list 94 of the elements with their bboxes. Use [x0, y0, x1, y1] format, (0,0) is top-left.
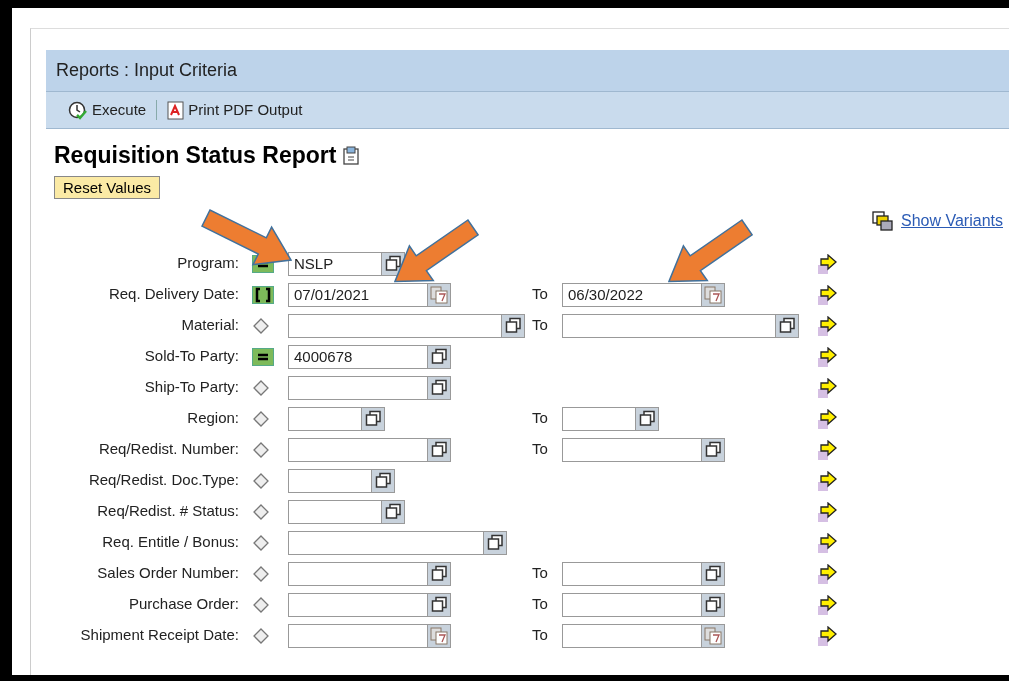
- to-label: To: [531, 626, 548, 644]
- multiple-selection-arrow-icon[interactable]: [818, 346, 838, 368]
- value-help-button[interactable]: [775, 313, 799, 338]
- reset-values-button[interactable]: Reset Values: [54, 175, 161, 199]
- field-label: Ship-To Party:: [143, 377, 239, 398]
- range-operator-icon[interactable]: [252, 285, 274, 304]
- multiple-selection-arrow-icon[interactable]: [818, 470, 838, 492]
- pdf-icon: [167, 100, 185, 120]
- variants-icon[interactable]: [872, 211, 893, 231]
- diamond-icon[interactable]: [252, 316, 270, 335]
- field-label: Req. Delivery Date:: [107, 284, 239, 305]
- input-field[interactable]: [562, 313, 775, 338]
- multiple-selection-arrow-icon[interactable]: [818, 501, 838, 523]
- field-label: Req/Redist. Number:: [97, 439, 239, 460]
- multiple-selection-arrow-icon[interactable]: [818, 253, 838, 275]
- input-field[interactable]: [288, 437, 427, 462]
- field-label: Sales Order Number:: [96, 563, 239, 584]
- calendar-button[interactable]: [427, 282, 451, 307]
- multiple-selection-arrow-icon[interactable]: [818, 594, 838, 616]
- to-label: To: [531, 440, 548, 458]
- input-field[interactable]: [562, 437, 701, 462]
- show-variants-link[interactable]: Show Variants: [901, 209, 1003, 233]
- value-help-button[interactable]: [701, 592, 725, 617]
- diamond-icon[interactable]: [252, 440, 270, 459]
- field-label: Region:: [186, 408, 239, 429]
- field-label: Purchase Order:: [127, 594, 239, 615]
- multiple-selection-arrow-icon[interactable]: [818, 284, 838, 306]
- diamond-icon[interactable]: [252, 626, 270, 645]
- field-label: Shipment Receipt Date:: [79, 625, 239, 646]
- input-field[interactable]: [562, 406, 635, 431]
- to-label: To: [531, 564, 548, 582]
- value-help-button[interactable]: [501, 313, 525, 338]
- value-help-button[interactable]: [701, 561, 725, 586]
- diamond-icon[interactable]: [252, 409, 270, 428]
- input-field[interactable]: 4000678: [288, 344, 427, 369]
- multiple-selection-arrow-icon[interactable]: [818, 439, 838, 461]
- diamond-icon[interactable]: [252, 595, 270, 614]
- input-field[interactable]: [288, 561, 427, 586]
- to-label: To: [531, 285, 548, 303]
- equals-operator-icon[interactable]: [252, 347, 274, 366]
- input-field[interactable]: [288, 530, 483, 555]
- input-field[interactable]: [288, 623, 427, 648]
- clipboard-icon[interactable]: [342, 145, 361, 165]
- to-label: To: [531, 409, 548, 427]
- value-help-button[interactable]: [361, 406, 385, 431]
- value-help-button[interactable]: [701, 437, 725, 462]
- value-help-button[interactable]: [427, 561, 451, 586]
- diamond-icon[interactable]: [252, 378, 270, 397]
- multiple-selection-arrow-icon[interactable]: [818, 408, 838, 430]
- multiple-selection-arrow-icon[interactable]: [818, 532, 838, 554]
- diamond-icon[interactable]: [252, 471, 270, 490]
- report-title: Requisition Status Report: [54, 141, 337, 170]
- input-field[interactable]: 07/01/2021: [288, 282, 427, 307]
- calendar-button[interactable]: [427, 623, 451, 648]
- input-field[interactable]: [288, 468, 371, 493]
- field-label: Req/Redist. Doc.Type:: [87, 470, 239, 491]
- page-title: Reports : Input Criteria: [56, 59, 238, 82]
- to-label: To: [531, 595, 548, 613]
- multiple-selection-arrow-icon[interactable]: [818, 625, 838, 647]
- diamond-icon[interactable]: [252, 502, 270, 521]
- input-field[interactable]: [288, 313, 501, 338]
- input-field[interactable]: [288, 406, 361, 431]
- diamond-icon[interactable]: [252, 533, 270, 552]
- value-help-button[interactable]: [427, 592, 451, 617]
- to-label: To: [531, 316, 548, 334]
- input-field[interactable]: [288, 592, 427, 617]
- multiple-selection-arrow-icon[interactable]: [818, 377, 838, 399]
- input-field[interactable]: [562, 623, 701, 648]
- value-help-button[interactable]: [371, 468, 395, 493]
- calendar-button[interactable]: [701, 623, 725, 648]
- field-label: Req/Redist. # Status:: [96, 501, 239, 522]
- print-pdf-button[interactable]: Print PDF Output: [167, 98, 303, 122]
- multiple-selection-arrow-icon[interactable]: [818, 563, 838, 585]
- clock-check-icon: [68, 100, 88, 120]
- value-help-button[interactable]: [427, 344, 451, 369]
- input-field[interactable]: NSLP: [288, 251, 381, 276]
- field-label: Material:: [180, 315, 239, 336]
- value-help-button[interactable]: [427, 375, 451, 400]
- calendar-button[interactable]: [701, 282, 725, 307]
- diamond-icon[interactable]: [252, 564, 270, 583]
- input-field[interactable]: [288, 375, 427, 400]
- input-field[interactable]: [288, 499, 381, 524]
- field-label: Req. Entitle / Bonus:: [101, 532, 239, 553]
- input-field[interactable]: 06/30/2022: [562, 282, 701, 307]
- multiple-selection-arrow-icon[interactable]: [818, 315, 838, 337]
- value-help-button[interactable]: [483, 530, 507, 555]
- field-label: Sold-To Party:: [143, 346, 239, 367]
- field-label: Program:: [176, 253, 239, 274]
- value-help-button[interactable]: [635, 406, 659, 431]
- execute-button[interactable]: Execute: [68, 98, 147, 122]
- input-field[interactable]: [562, 592, 701, 617]
- input-field[interactable]: [562, 561, 701, 586]
- value-help-button[interactable]: [427, 437, 451, 462]
- value-help-button[interactable]: [381, 499, 405, 524]
